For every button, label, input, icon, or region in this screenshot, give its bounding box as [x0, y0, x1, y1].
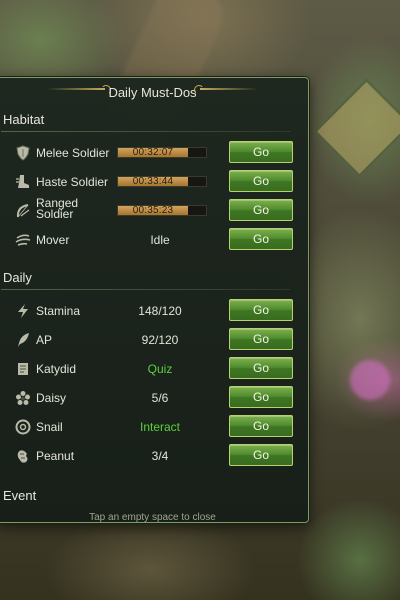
flower-icon: [15, 390, 31, 406]
go-button-snail[interactable]: Go: [229, 415, 293, 437]
row-value: Interact: [139, 420, 181, 434]
row-label: Peanut: [36, 449, 75, 463]
habitat-row-ranged: Ranged Soldier 00:35:23 Go: [0, 196, 305, 223]
row-label: Melee Soldier: [36, 146, 110, 160]
quill-icon: [15, 332, 31, 348]
go-button-stamina[interactable]: Go: [229, 299, 293, 321]
timer-progress-bar: 00:33:44: [117, 176, 207, 187]
daily-row-snail: Snail Interact Go: [0, 415, 305, 439]
row-value: Quiz: [147, 362, 173, 376]
timer-text: 00:32:07: [132, 147, 174, 158]
daily-must-dos-panel: Daily Must-Dos Habitat Melee Soldier 00:…: [0, 77, 309, 523]
row-label: AP: [36, 333, 53, 347]
wind-icon: [15, 232, 31, 248]
lightning-icon: [15, 303, 31, 319]
status-value: Idle: [150, 233, 170, 247]
habitat-row-mover: Mover Idle Go: [0, 228, 305, 252]
row-label: Mover: [36, 233, 70, 247]
pink-flower: [350, 360, 390, 400]
timer-text: 00:35:23: [132, 205, 174, 216]
row-value: 3/4: [151, 449, 169, 463]
row-label: Daisy: [36, 391, 67, 405]
go-button-daisy[interactable]: Go: [229, 386, 293, 408]
timer-progress-bar: 00:32:07: [117, 147, 207, 158]
timer-text: 00:33:44: [132, 176, 174, 187]
go-button-peanut[interactable]: Go: [229, 444, 293, 466]
daily-row-daisy: Daisy 5/6 Go: [0, 386, 305, 410]
row-label: Ranged Soldier: [36, 196, 79, 221]
peanut-icon: [15, 448, 31, 464]
go-button-melee[interactable]: Go: [229, 141, 293, 163]
section-habitat: Habitat: [3, 112, 45, 127]
section-event: Event: [3, 488, 37, 503]
section-divider: [1, 131, 291, 132]
row-value: 92/120: [141, 333, 179, 347]
habitat-row-haste: Haste Soldier 00:33:44 Go: [0, 170, 305, 194]
row-label: Snail: [36, 420, 63, 434]
go-button-mover[interactable]: Go: [229, 228, 293, 250]
title-ornament-right: [200, 88, 258, 90]
panel-title: Daily Must-Dos: [108, 85, 197, 100]
row-label: Stamina: [36, 304, 81, 318]
go-button-katydid[interactable]: Go: [229, 357, 293, 379]
close-hint: Tap an empty space to close: [89, 512, 216, 523]
go-button-ranged[interactable]: Go: [229, 199, 293, 221]
snail-icon: [15, 419, 31, 435]
daily-row-ap: AP 92/120 Go: [0, 328, 305, 352]
row-label: Haste Soldier: [36, 175, 109, 189]
daily-row-stamina: Stamina 148/120 Go: [0, 299, 305, 323]
go-button-haste[interactable]: Go: [229, 170, 293, 192]
habitat-row-melee: Melee Soldier 00:32:07 Go: [0, 141, 305, 165]
daily-row-peanut: Peanut 3/4 Go: [0, 444, 305, 468]
section-divider: [1, 289, 291, 290]
row-label: Katydid: [36, 362, 77, 376]
shield-icon: [15, 145, 31, 161]
row-value: 5/6: [151, 391, 169, 405]
daily-row-katydid: Katydid Quiz Go: [0, 357, 305, 381]
bow-icon: [15, 203, 31, 219]
scroll-icon: [15, 361, 31, 377]
map-signpost: [312, 77, 400, 179]
timer-progress-bar: 00:35:23: [117, 205, 207, 216]
section-daily: Daily: [3, 270, 32, 285]
go-button-ap[interactable]: Go: [229, 328, 293, 350]
boot-icon: [15, 174, 31, 190]
row-value: 148/120: [138, 304, 182, 318]
